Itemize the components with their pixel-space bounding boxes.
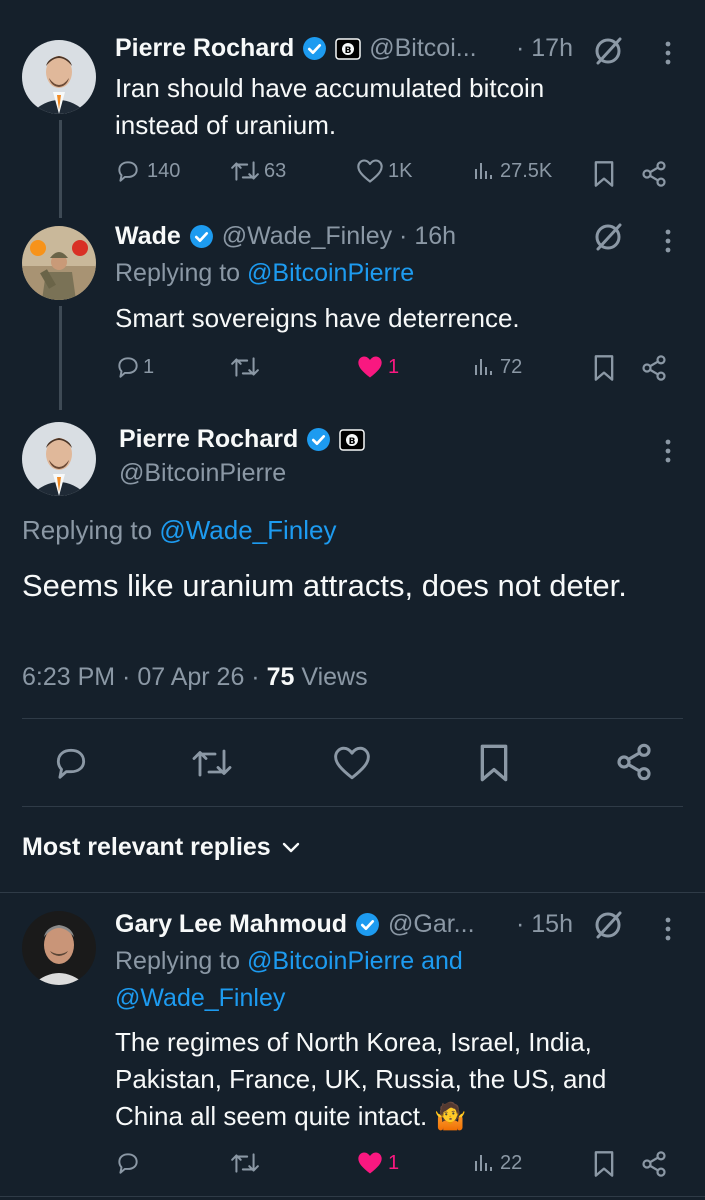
bookmark-icon[interactable] bbox=[592, 354, 616, 382]
retweet-button[interactable] bbox=[230, 1150, 260, 1176]
shrug-emoji: 🤷 bbox=[434, 1101, 467, 1131]
views-button[interactable]: 22 bbox=[472, 1150, 522, 1176]
grok-icon[interactable] bbox=[591, 908, 625, 942]
tweet-time[interactable]: · 17h bbox=[516, 34, 573, 63]
replying-to-label: Replying to bbox=[115, 259, 241, 287]
like-button[interactable]: 1 bbox=[356, 354, 399, 380]
timestamp[interactable]: 6:23 PM · 07 Apr 26 · bbox=[22, 663, 260, 691]
share-icon[interactable] bbox=[640, 160, 668, 188]
reply-count: 1 bbox=[143, 355, 155, 378]
avatar[interactable] bbox=[22, 422, 96, 496]
like-button[interactable]: 1 bbox=[356, 1150, 399, 1176]
share-icon[interactable] bbox=[640, 354, 668, 382]
affiliate-badge-icon: B bbox=[339, 428, 365, 451]
views-label: Views bbox=[301, 663, 368, 691]
replies-sort-dropdown[interactable]: Most relevant replies bbox=[22, 833, 301, 862]
grok-icon[interactable] bbox=[591, 220, 625, 254]
more-options-icon[interactable] bbox=[656, 36, 680, 70]
tweet-body: The regimes of North Korea, Israel, Indi… bbox=[115, 1024, 650, 1135]
chevron-down-icon bbox=[282, 842, 299, 852]
retweet-icon[interactable] bbox=[190, 745, 234, 781]
views-chart-icon bbox=[475, 163, 492, 179]
retweet-button[interactable]: 63 bbox=[230, 158, 286, 184]
reply-button[interactable]: 140 bbox=[115, 158, 180, 184]
author-handle[interactable]: @Wade_Finley · 16h bbox=[222, 222, 456, 251]
share-icon[interactable] bbox=[614, 742, 654, 782]
verified-badge-icon bbox=[189, 225, 213, 248]
svg-text:B: B bbox=[349, 437, 356, 447]
tweet-text: Smart sovereigns have deterrence. bbox=[115, 303, 520, 333]
view-count: 27.5K bbox=[500, 159, 553, 182]
retweet-button[interactable] bbox=[230, 354, 260, 380]
like-count: 1 bbox=[388, 1151, 400, 1174]
replying-to-link[interactable]: @BitcoinPierre and bbox=[247, 947, 463, 975]
author-handle[interactable]: @Bitcoi... bbox=[369, 34, 476, 63]
like-count: 1 bbox=[388, 355, 400, 378]
thread-line bbox=[59, 306, 62, 410]
affiliate-badge-icon: B bbox=[335, 37, 361, 60]
replies-sort-label: Most relevant replies bbox=[22, 833, 271, 861]
heart-filled-icon bbox=[358, 356, 382, 378]
reply-count: 140 bbox=[147, 159, 181, 182]
grok-icon[interactable] bbox=[591, 34, 625, 68]
verified-badge-icon bbox=[307, 428, 331, 451]
divider bbox=[0, 892, 705, 893]
more-options-icon[interactable] bbox=[656, 224, 680, 258]
replying-to-link[interactable]: @BitcoinPierre bbox=[247, 259, 414, 287]
views-button[interactable]: 72 bbox=[472, 354, 522, 380]
bookmark-icon[interactable] bbox=[477, 743, 511, 783]
retweet-count: 63 bbox=[264, 159, 287, 182]
views-count: 75 bbox=[266, 663, 295, 691]
tweet-text: Iran should have accumulated bitcoin ins… bbox=[115, 73, 545, 140]
tweet-text: Seems like uranium attracts, does not de… bbox=[22, 568, 627, 603]
tweet-meta: 6:23 PM · 07 Apr 26 · 75 Views bbox=[22, 663, 368, 692]
verified-badge-icon bbox=[356, 913, 379, 936]
avatar[interactable] bbox=[22, 226, 96, 300]
thread-line bbox=[59, 120, 62, 218]
retweet-icon bbox=[231, 357, 259, 377]
retweet-icon bbox=[231, 161, 259, 181]
divider bbox=[22, 718, 683, 719]
bookmark-icon[interactable] bbox=[592, 160, 616, 188]
divider bbox=[0, 1196, 705, 1197]
replying-to-link[interactable]: @Wade_Finley bbox=[159, 515, 336, 545]
author-handle[interactable]: @BitcoinPierre bbox=[119, 459, 286, 488]
author-name[interactable]: Wade bbox=[115, 222, 181, 251]
tweet-text: The regimes of North Korea, Israel, Indi… bbox=[115, 1027, 607, 1131]
retweet-icon bbox=[231, 1153, 259, 1173]
avatar[interactable] bbox=[22, 911, 96, 985]
more-options-icon[interactable] bbox=[656, 434, 680, 468]
author-handle[interactable]: @Gar... bbox=[388, 910, 475, 939]
divider bbox=[22, 806, 683, 807]
replying-to-link[interactable]: @Wade_Finley bbox=[115, 984, 285, 1012]
reply-button[interactable]: 1 bbox=[115, 354, 154, 380]
views-button[interactable]: 27.5K bbox=[472, 158, 552, 184]
views-chart-icon bbox=[475, 359, 492, 375]
bookmark-icon[interactable] bbox=[592, 1150, 616, 1178]
heart-filled-icon bbox=[358, 1152, 382, 1174]
author-name[interactable]: Gary Lee Mahmoud bbox=[115, 910, 347, 939]
replying-to-label: Replying to bbox=[115, 947, 241, 975]
reply-icon bbox=[118, 161, 138, 182]
view-count: 22 bbox=[500, 1151, 523, 1174]
share-icon[interactable] bbox=[640, 1150, 668, 1178]
more-options-icon[interactable] bbox=[656, 912, 680, 946]
verified-badge-icon bbox=[303, 37, 327, 60]
like-button[interactable]: 1K bbox=[356, 158, 412, 184]
reply-icon[interactable] bbox=[52, 744, 90, 782]
like-count: 1K bbox=[388, 159, 413, 182]
reply-icon bbox=[118, 357, 138, 378]
author-name[interactable]: Pierre Rochard bbox=[119, 425, 298, 454]
views-chart-icon bbox=[475, 1155, 492, 1171]
replying-to-label: Replying to bbox=[22, 515, 153, 545]
reply-icon bbox=[118, 1153, 138, 1174]
svg-text:B: B bbox=[345, 46, 352, 56]
avatar[interactable] bbox=[22, 40, 96, 114]
tweet-time[interactable]: · 15h bbox=[516, 910, 573, 939]
heart-icon[interactable] bbox=[332, 745, 372, 781]
heart-icon bbox=[357, 159, 383, 183]
view-count: 72 bbox=[500, 355, 523, 378]
author-name[interactable]: Pierre Rochard bbox=[115, 34, 294, 63]
reply-button[interactable] bbox=[115, 1150, 141, 1176]
